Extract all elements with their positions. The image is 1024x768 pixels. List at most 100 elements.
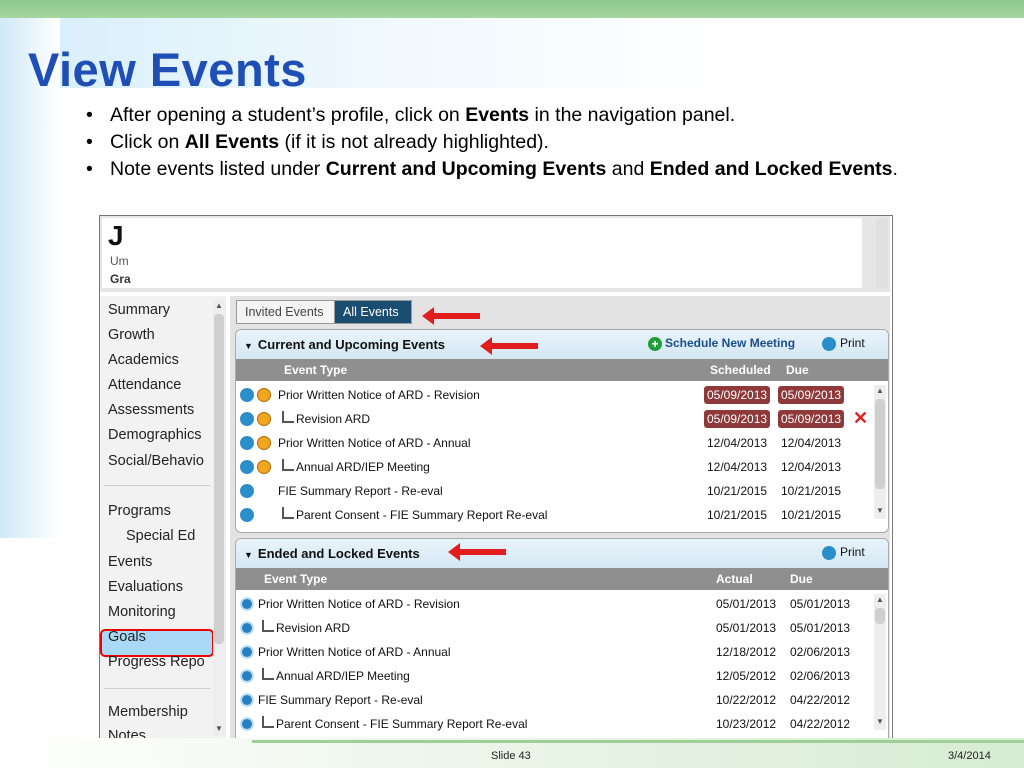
nav-scroll-thumb[interactable] xyxy=(214,314,224,644)
slide-footer-line xyxy=(252,740,1024,743)
nav-item-assessments[interactable]: Assessments xyxy=(108,402,212,418)
column-due[interactable]: Due xyxy=(790,572,813,586)
child-indent-icon xyxy=(262,668,274,680)
nav-item-membership[interactable]: Membership xyxy=(108,704,212,720)
column-actual[interactable]: Actual xyxy=(716,572,753,586)
student-header: J Um Gra xyxy=(100,216,890,292)
view-event-icon[interactable] xyxy=(240,460,254,474)
table-row[interactable]: FIE Summary Report - Re-eval 10/21/2015 … xyxy=(236,479,872,503)
table-row[interactable]: Prior Written Notice of ARD - Revision 0… xyxy=(236,383,872,407)
edit-event-icon[interactable] xyxy=(257,436,271,450)
scroll-up-icon[interactable]: ▲ xyxy=(874,385,886,397)
nav-item-academics[interactable]: Academics xyxy=(108,352,212,368)
due-date-overdue: 05/09/2013 xyxy=(778,386,845,404)
scroll-down-icon[interactable]: ▼ xyxy=(874,505,886,517)
gear-icon[interactable] xyxy=(240,717,254,731)
nav-item-evaluations[interactable]: Evaluations xyxy=(108,579,212,595)
instruction-item: Note events listed under Current and Upc… xyxy=(86,156,906,183)
slide-date: 3/4/2014 xyxy=(948,750,991,762)
column-event-type[interactable]: Event Type xyxy=(284,363,347,377)
nav-item-summary[interactable]: Summary xyxy=(108,302,212,318)
nav-item-goals[interactable]: Goals xyxy=(108,629,212,645)
current-events-title[interactable]: ▼ Current and Upcoming Events xyxy=(244,337,445,352)
header-scrollbar[interactable] xyxy=(876,218,888,288)
table-row[interactable]: Revision ARD 05/01/2013 05/01/2013 xyxy=(236,616,872,640)
scroll-down-icon[interactable]: ▼ xyxy=(874,716,886,728)
nav-item-demographics[interactable]: Demographics xyxy=(108,427,212,443)
scroll-up-icon[interactable]: ▲ xyxy=(874,594,886,606)
column-due[interactable]: Due xyxy=(786,363,809,377)
gear-icon[interactable] xyxy=(240,693,254,707)
table-row[interactable]: Prior Written Notice of ARD - Revision 0… xyxy=(236,592,872,616)
view-event-icon[interactable] xyxy=(240,484,254,498)
red-arrow-icon xyxy=(448,543,506,561)
ended-scrollbar[interactable]: ▲ ▼ xyxy=(874,594,886,730)
gear-icon[interactable] xyxy=(240,597,254,611)
slide-title: View Events xyxy=(28,43,307,96)
table-row[interactable]: Revision ARD 05/09/2013 05/09/2013 ✕ xyxy=(236,407,872,431)
red-arrow-icon xyxy=(422,307,480,325)
slide-number: Slide 43 xyxy=(491,750,531,762)
ended-events-list: Prior Written Notice of ARD - Revision 0… xyxy=(236,592,888,741)
printer-icon xyxy=(822,336,836,351)
ended-scroll-thumb[interactable] xyxy=(875,608,885,624)
table-row[interactable]: Parent Consent - FIE Summary Report Re-e… xyxy=(236,712,872,736)
nav-item-progress-report[interactable]: Progress Repo xyxy=(108,654,212,670)
current-scroll-thumb[interactable] xyxy=(875,399,885,489)
table-row[interactable]: Annual ARD/IEP Meeting 12/05/2012 02/06/… xyxy=(236,664,872,688)
scroll-down-icon[interactable]: ▼ xyxy=(213,723,225,735)
view-event-icon[interactable] xyxy=(240,508,254,522)
edit-event-icon[interactable] xyxy=(257,412,271,426)
nav-scrollbar[interactable]: ▲ ▼ xyxy=(213,300,225,736)
current-events-header: ▼ Current and Upcoming Events + Schedule N… xyxy=(236,330,888,359)
collapse-caret-icon: ▼ xyxy=(244,341,253,351)
table-row[interactable]: Prior Written Notice of ARD - Annual 12/… xyxy=(236,640,872,664)
print-button[interactable]: Print xyxy=(822,336,865,351)
nav-divider xyxy=(104,485,210,486)
view-event-icon[interactable] xyxy=(240,412,254,426)
instruction-item: Click on All Events (if it is not alread… xyxy=(86,129,906,156)
table-row[interactable]: Prior Written Notice of ARD - Annual 12/… xyxy=(236,431,872,455)
events-main-area: Invited Events All Events ▼ Current and U… xyxy=(230,296,890,741)
schedule-new-meeting-button[interactable]: + Schedule New Meeting xyxy=(648,336,795,351)
table-row[interactable]: FIE Summary Report - Re-eval 10/22/2012 … xyxy=(236,688,872,712)
gear-icon[interactable] xyxy=(240,645,254,659)
ended-events-header: ▼ Ended and Locked Events Print xyxy=(236,539,888,568)
plus-icon: + xyxy=(648,336,662,351)
table-row[interactable]: Parent Consent - FIE Summary Report Re-e… xyxy=(236,503,872,527)
print-button[interactable]: Print xyxy=(822,545,865,560)
column-event-type[interactable]: Event Type xyxy=(264,572,327,586)
view-event-icon[interactable] xyxy=(240,436,254,450)
child-indent-icon xyxy=(282,507,294,519)
edit-event-icon[interactable] xyxy=(257,388,271,402)
current-scrollbar[interactable]: ▲ ▼ xyxy=(874,385,886,519)
nav-item-attendance[interactable]: Attendance xyxy=(108,377,212,393)
nav-item-events[interactable]: Events xyxy=(108,554,212,570)
tab-all-events[interactable]: All Events xyxy=(334,300,412,324)
current-events-panel: ▼ Current and Upcoming Events + Schedule N… xyxy=(235,329,889,533)
current-column-header: Event Type Scheduled Due xyxy=(236,359,888,381)
edit-event-icon[interactable] xyxy=(257,460,271,474)
scheduled-date-overdue: 05/09/2013 xyxy=(704,410,771,428)
tab-invited-events[interactable]: Invited Events xyxy=(236,300,336,324)
nav-item-monitoring[interactable]: Monitoring xyxy=(108,604,212,620)
nav-item-programs[interactable]: Programs xyxy=(108,503,212,519)
current-events-list: Prior Written Notice of ARD - Revision 0… xyxy=(236,383,888,531)
nav-item-growth[interactable]: Growth xyxy=(108,327,212,343)
red-arrow-icon xyxy=(480,337,538,355)
table-row[interactable]: Annual ARD/IEP Meeting 12/04/2013 12/04/… xyxy=(236,455,872,479)
gear-icon[interactable] xyxy=(240,621,254,635)
column-scheduled[interactable]: Scheduled xyxy=(710,363,771,377)
printer-icon xyxy=(822,545,836,560)
child-indent-icon xyxy=(262,716,274,728)
gear-icon[interactable] xyxy=(240,669,254,683)
student-grade-line: Gra xyxy=(110,272,131,286)
nav-item-social-behavior[interactable]: Social/Behavio xyxy=(108,453,212,469)
view-event-icon[interactable] xyxy=(240,388,254,402)
delete-x-icon[interactable]: ✕ xyxy=(853,408,868,429)
child-indent-icon xyxy=(282,459,294,471)
instruction-item: After opening a student’s profile, click… xyxy=(86,102,906,129)
scroll-up-icon[interactable]: ▲ xyxy=(213,300,225,312)
ended-events-title[interactable]: ▼ Ended and Locked Events xyxy=(244,546,420,561)
child-indent-icon xyxy=(262,620,274,632)
